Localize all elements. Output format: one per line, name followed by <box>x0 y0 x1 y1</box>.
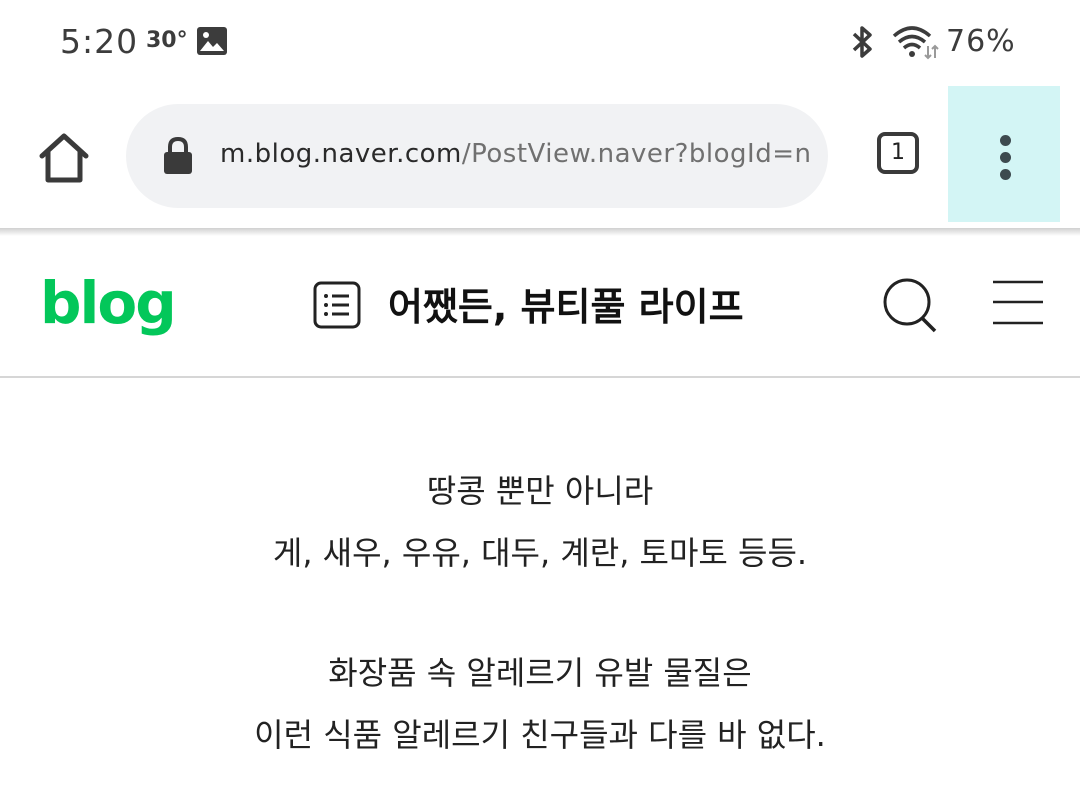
post-line: 땅콩 뿐만 아니라 <box>426 472 654 510</box>
blog-title[interactable]: 어쨌든, 뷰티풀 라이프 <box>388 276 744 331</box>
post-line: 화장품 속 알레르기 유발 물질은 <box>328 654 752 692</box>
status-time: 5:20 <box>60 22 139 61</box>
tab-switcher-button[interactable]: 1 <box>877 132 919 174</box>
bluetooth-icon <box>846 24 880 64</box>
tab-count: 1 <box>891 140 905 165</box>
address-bar[interactable]: m.blog.naver.com/PostView.naver?blogId=n… <box>126 104 828 208</box>
hamburger-menu-icon[interactable] <box>992 278 1044 332</box>
url-path: /PostView.naver?blogId=nc <box>461 139 810 169</box>
home-icon <box>39 133 89 183</box>
menu-dot <box>1000 152 1011 163</box>
menu-dot <box>1000 135 1011 146</box>
url-text: m.blog.naver.com/PostView.naver?blogId=n… <box>220 139 810 169</box>
gallery-icon <box>196 26 228 60</box>
status-bar: 5:20 30° 76% <box>0 0 1080 86</box>
menu-dot <box>1000 169 1011 180</box>
browser-toolbar: m.blog.naver.com/PostView.naver?blogId=n… <box>0 86 1080 228</box>
post-list-icon[interactable] <box>312 280 362 334</box>
url-host: m.blog.naver.com <box>220 139 462 169</box>
search-icon[interactable] <box>880 276 940 340</box>
toolbar-shadow <box>0 228 1080 236</box>
post-line: 이런 식품 알레르기 친구들과 다를 바 없다. <box>254 716 826 754</box>
battery-level: 76% <box>946 24 1016 59</box>
home-button[interactable] <box>34 130 94 186</box>
lock-icon <box>162 136 194 180</box>
more-menu-button[interactable] <box>948 86 1060 222</box>
blog-logo[interactable]: blog <box>40 270 177 336</box>
status-temperature: 30° <box>146 28 188 53</box>
wifi-icon <box>890 24 940 64</box>
post-line: 게, 새우, 우유, 대두, 계란, 토마토 등등. <box>272 534 808 572</box>
blog-header: blog 어쨌든, 뷰티풀 라이프 <box>0 236 1080 378</box>
